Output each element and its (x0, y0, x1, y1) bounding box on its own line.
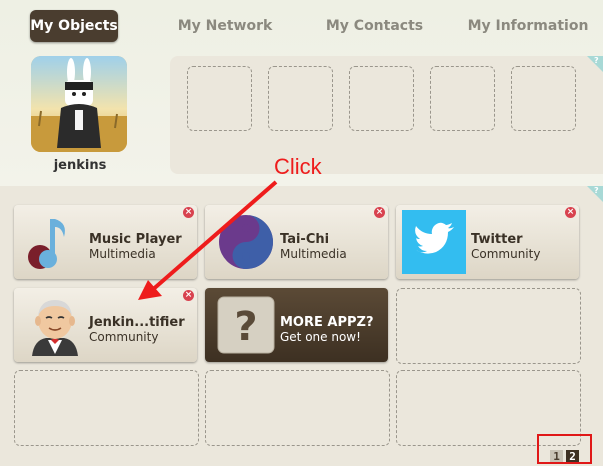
app-category: Community (471, 247, 541, 261)
app-name: Music Player (89, 232, 182, 247)
music-note-icon (24, 211, 86, 273)
empty-slot[interactable] (187, 66, 252, 131)
remove-app-button[interactable]: × (183, 290, 194, 301)
app-name: Twitter (471, 232, 523, 247)
app-category: Multimedia (280, 247, 347, 261)
empty-slot[interactable] (349, 66, 414, 131)
app-category: Multimedia (89, 247, 156, 261)
empty-slot[interactable] (511, 66, 576, 131)
pager-highlight-box (537, 434, 592, 464)
app-name: Tai-Chi (280, 232, 330, 247)
app-tile-jenkins-notifier[interactable]: Jenkin...tifier Community × (14, 288, 197, 362)
tab-my-contacts[interactable]: My Contacts (322, 10, 427, 42)
profile-name: jenkins (53, 158, 107, 173)
app-category: Community (89, 330, 159, 344)
tai-chi-icon (215, 211, 277, 273)
question-mark-icon: ? (217, 296, 275, 354)
remove-app-button[interactable]: × (565, 207, 576, 218)
twitter-bird-icon (402, 210, 466, 274)
jenkins-butler-icon (24, 294, 86, 356)
more-apps-title: MORE APPZ? (280, 315, 374, 330)
empty-app-slot[interactable] (14, 370, 199, 446)
empty-app-slot[interactable] (396, 288, 581, 364)
empty-slot[interactable] (430, 66, 495, 131)
remove-app-button[interactable]: × (374, 207, 385, 218)
svg-text:?: ? (234, 304, 257, 350)
empty-app-slot[interactable] (205, 370, 390, 446)
more-apps-subtitle: Get one now! (280, 330, 361, 344)
app-tile-tai-chi[interactable]: Tai-Chi Multimedia × (205, 205, 388, 279)
tab-my-network[interactable]: My Network (175, 10, 275, 42)
annotation-label: Click (274, 154, 322, 179)
avatar[interactable] (31, 56, 127, 152)
tab-my-information[interactable]: My Information (463, 10, 593, 42)
tab-my-objects[interactable]: My Objects (30, 10, 118, 42)
remove-app-button[interactable]: × (183, 207, 194, 218)
app-frame: My Objects My Network My Contacts My Inf… (0, 0, 603, 466)
help-corner-icon[interactable]: ? (587, 56, 603, 72)
tab-bar: My Objects My Network My Contacts My Inf… (0, 0, 603, 50)
help-corner-icon[interactable]: ? (587, 186, 603, 202)
more-apps-tile[interactable]: ? MORE APPZ? Get one now! (205, 288, 388, 362)
empty-slot[interactable] (268, 66, 333, 131)
app-tile-music-player[interactable]: Music Player Multimedia × (14, 205, 197, 279)
app-name: Jenkin...tifier (89, 315, 185, 330)
bunny-avatar-icon (31, 56, 127, 152)
app-tile-twitter[interactable]: Twitter Community × (396, 205, 579, 279)
